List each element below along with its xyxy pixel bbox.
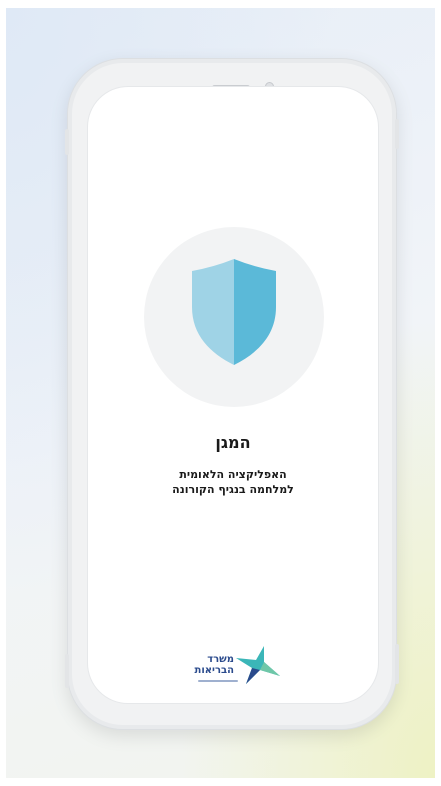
subtitle-line: למלחמה בנגיף הקורונה [172, 483, 294, 496]
phone-side-button [65, 129, 69, 155]
app-subtitle: האפליקציה הלאומית למלחמה בנגיף הקורונה [88, 467, 378, 497]
phone-side-button [395, 119, 399, 149]
phone-side-button [395, 644, 399, 684]
logo-tagline [198, 680, 238, 682]
ministry-of-health-logo: משרד הבריאות [192, 646, 282, 692]
background-frame: המגן האפליקציה הלאומית למלחמה בנגיף הקור… [6, 8, 435, 778]
shield-icon [192, 259, 276, 365]
star-emblem-icon [236, 646, 280, 684]
app-title: המגן [215, 433, 251, 452]
subtitle-line: האפליקציה הלאומית [179, 468, 287, 481]
logo-text: משרד [207, 654, 234, 665]
logo-text: הבריאות [194, 665, 234, 676]
phone-mockup: המגן האפליקציה הלאומית למלחמה בנגיף הקור… [65, 58, 399, 730]
phone-side-button [65, 654, 69, 688]
splash-screen: המגן האפליקציה הלאומית למלחמה בנגיף הקור… [88, 87, 378, 703]
shield-badge [144, 227, 324, 407]
